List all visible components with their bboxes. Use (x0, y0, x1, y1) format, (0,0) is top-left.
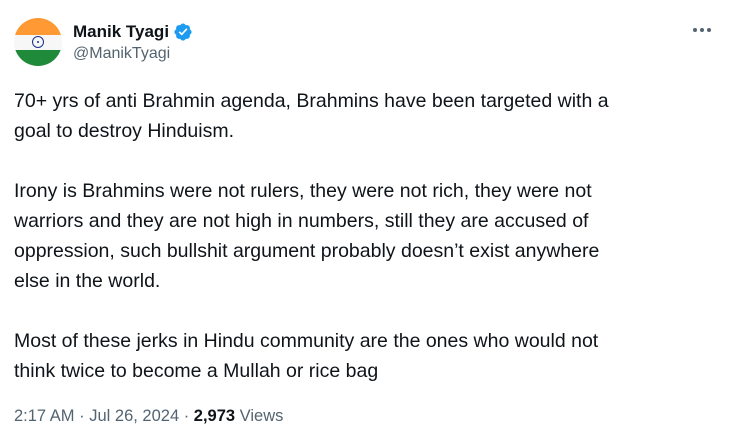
tweet-date[interactable]: Jul 26, 2024 (89, 407, 179, 425)
ashoka-chakra-icon (32, 36, 44, 48)
tweet-paragraph: Irony is Brahmins were not rulers, they … (14, 180, 600, 292)
views-label: Views (235, 407, 284, 425)
tweet-paragraph: 70+ yrs of anti Brahmin agenda, Brahmins… (14, 90, 609, 142)
flag-green-band (14, 50, 62, 66)
more-dot (693, 28, 697, 32)
more-dot (707, 28, 711, 32)
author-display-name[interactable]: Manik Tyagi (73, 22, 169, 42)
author-names: Manik Tyagi @ManikTyagi (73, 21, 193, 63)
tweet-meta: 2:17 AM · Jul 26, 2024 · 2,973 Views (14, 407, 283, 426)
more-horizontal-icon[interactable] (689, 20, 715, 40)
views-count[interactable]: 2,973 (194, 407, 235, 425)
more-dot (700, 28, 704, 32)
avatar[interactable] (14, 18, 62, 66)
verified-badge-icon[interactable] (173, 22, 193, 42)
meta-separator: · (74, 407, 90, 425)
tweet-time[interactable]: 2:17 AM (14, 407, 75, 425)
meta-separator: · (179, 407, 194, 425)
tweet-header: Manik Tyagi @ManikTyagi (14, 14, 719, 74)
flag-saffron-band (14, 18, 62, 35)
tweet-paragraph: Most of these jerks in Hindu community a… (14, 330, 599, 382)
tweet-card: Manik Tyagi @ManikTyagi 70+ yrs of anti … (0, 0, 733, 433)
tweet-text: 70+ yrs of anti Brahmin agenda, Brahmins… (14, 86, 704, 386)
author-handle[interactable]: @ManikTyagi (73, 45, 193, 63)
author-name-row: Manik Tyagi (73, 21, 193, 43)
